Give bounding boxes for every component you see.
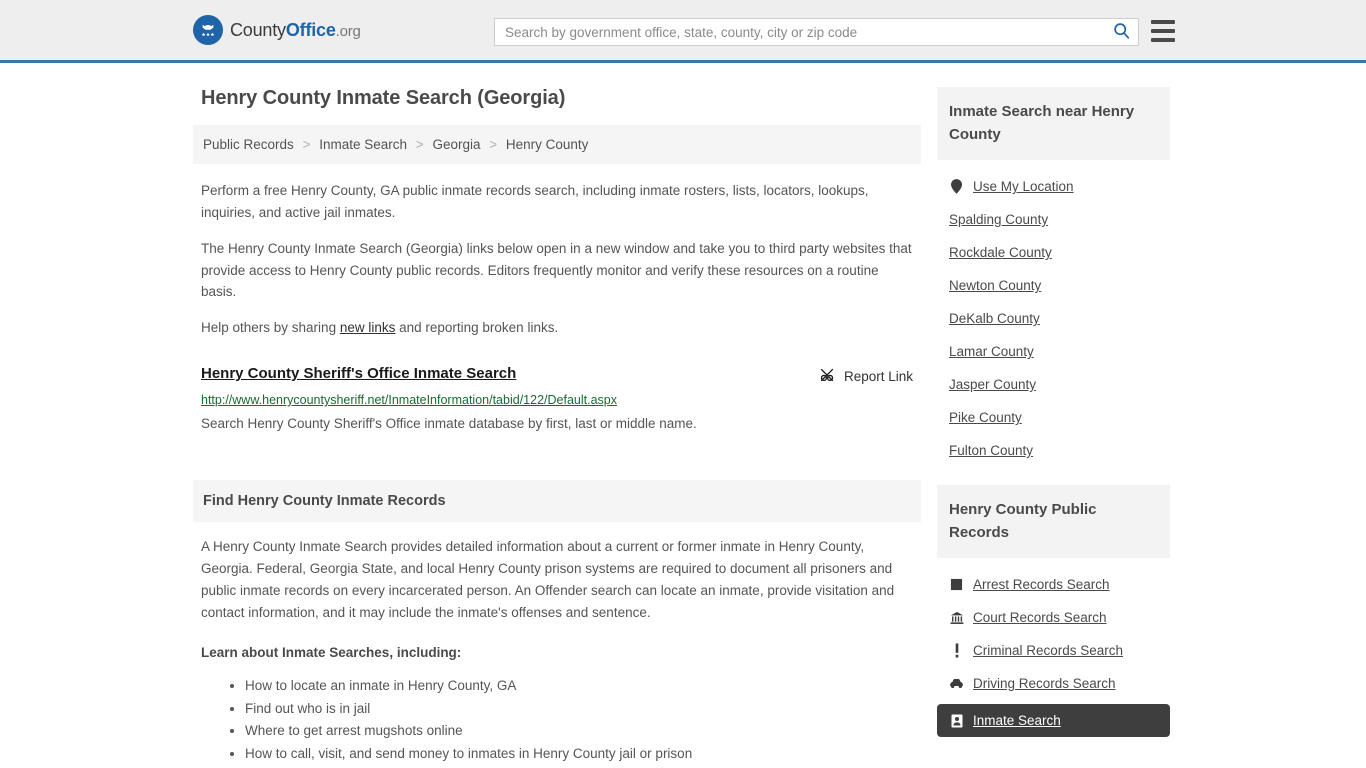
search-button[interactable] xyxy=(1104,19,1138,45)
sidebar-card-public-records: Henry County Public Records Arrest Recor… xyxy=(937,485,1170,737)
sidebar-item-inmate-search[interactable]: Inmate Search xyxy=(937,704,1170,737)
list-item: Find out who is in jail xyxy=(245,699,913,720)
disclaimer-paragraph: The Henry County Inmate Search (Georgia)… xyxy=(201,240,912,300)
section-body: A Henry County Inmate Search provides de… xyxy=(193,522,921,768)
breadcrumb: Public Records > Inmate Search > Georgia… xyxy=(193,125,921,164)
courthouse-icon xyxy=(949,611,964,625)
new-links-link[interactable]: new links xyxy=(340,320,396,335)
hamburger-bar xyxy=(1151,38,1175,42)
id-card-icon xyxy=(949,714,964,728)
sidebar-item-label: Fulton County xyxy=(949,443,1034,458)
page-body: Henry County Inmate Search (Georgia) Pub… xyxy=(0,63,1366,768)
sidebar-item-label: Rockdale County xyxy=(949,245,1052,260)
hamburger-menu-icon[interactable] xyxy=(1151,20,1175,42)
sidebar-item-criminal-records-search[interactable]: Criminal Records Search xyxy=(937,634,1170,667)
intro-paragraph: Perform a free Henry County, GA public i… xyxy=(201,183,869,220)
list-heading: Learn about Inmate Searches, including: xyxy=(201,645,462,661)
sidebar-item-label: Arrest Records Search xyxy=(973,577,1110,592)
eagle-seal-icon xyxy=(193,15,223,45)
list-item: Where to get arrest mugshots online xyxy=(245,721,913,742)
exclamation-icon xyxy=(949,643,964,658)
sidebar-card-nearby: Inmate Search near Henry County Use My L… xyxy=(937,87,1170,467)
report-link-label: Report Link xyxy=(843,369,913,385)
logo-text-office: Office xyxy=(285,19,336,40)
sidebar-item-label: Newton County xyxy=(949,278,1042,293)
sidebar-item-label: Jasper County xyxy=(949,377,1037,392)
breadcrumb-separator-icon: > xyxy=(302,137,311,152)
sidebar-item-arrest-records-search[interactable]: Arrest Records Search xyxy=(937,568,1170,601)
sidebar-item-driving-records-search[interactable]: Driving Records Search xyxy=(937,667,1170,700)
hamburger-bar xyxy=(1151,29,1175,33)
sidebar-item-pike-county[interactable]: Pike County xyxy=(937,401,1170,434)
sidebar-item-label: Criminal Records Search xyxy=(973,643,1124,658)
search-icon xyxy=(1113,22,1130,42)
breadcrumb-item-public-records[interactable]: Public Records xyxy=(203,137,294,152)
site-header: CountyOffice.org xyxy=(0,0,1366,63)
sidebar-item-label: Driving Records Search xyxy=(973,676,1116,691)
logo-wordmark: CountyOffice.org xyxy=(230,20,361,41)
result-title-link[interactable]: Henry County Sheriff's Office Inmate Sea… xyxy=(201,365,516,382)
sidebar-item-label: Lamar County xyxy=(949,344,1034,359)
breadcrumb-item-georgia[interactable]: Georgia xyxy=(432,137,480,152)
sidebar-item-label: Use My Location xyxy=(973,179,1074,194)
search-input[interactable] xyxy=(495,19,1104,45)
sidebar-item-label: Pike County xyxy=(949,410,1022,425)
sidebar-nearby-list: Use My Location Spalding County Rockdale… xyxy=(937,160,1170,467)
site-logo[interactable]: CountyOffice.org xyxy=(193,15,361,45)
sidebar-item-label: Inmate Search xyxy=(973,713,1061,728)
sidebar-item-dekalb-county[interactable]: DeKalb County xyxy=(937,302,1170,335)
sidebar-item-label: Spalding County xyxy=(949,212,1049,227)
result-item: Henry County Sheriff's Office Inmate Sea… xyxy=(193,353,921,434)
sidebar-item-label: DeKalb County xyxy=(949,311,1040,326)
sidebar-header-public-records: Henry County Public Records xyxy=(937,485,1170,558)
help-paragraph: Help others by sharing new links and rep… xyxy=(193,317,921,339)
fingerprint-icon xyxy=(949,578,964,591)
list-item: How to call, visit, and send money to in… xyxy=(245,744,913,765)
page-title: Henry County Inmate Search (Georgia) xyxy=(201,87,566,109)
breadcrumb-item-henry-county[interactable]: Henry County xyxy=(506,137,589,152)
breadcrumb-separator-icon: > xyxy=(415,137,424,152)
report-link-button[interactable]: Report Link xyxy=(819,365,913,386)
breadcrumb-item-inmate-search[interactable]: Inmate Search xyxy=(319,137,407,152)
section-paragraph: A Henry County Inmate Search provides de… xyxy=(201,538,895,620)
sidebar-item-label: Court Records Search xyxy=(973,610,1107,625)
map-pin-icon xyxy=(949,179,964,194)
sidebar-item-court-records-search[interactable]: Court Records Search xyxy=(937,601,1170,634)
logo-text-org: .org xyxy=(335,22,361,40)
search-bar[interactable] xyxy=(494,18,1139,46)
result-description: Search Henry County Sheriff's Office inm… xyxy=(201,416,697,432)
sidebar-item-rockdale-county[interactable]: Rockdale County xyxy=(937,236,1170,269)
logo-text-county: County xyxy=(230,19,286,40)
sidebar-item-use-my-location[interactable]: Use My Location xyxy=(937,170,1170,203)
help-suffix-text: and reporting broken links. xyxy=(395,320,559,336)
hamburger-bar xyxy=(1151,20,1175,24)
main-content: Henry County Inmate Search (Georgia) Pub… xyxy=(193,87,921,768)
sidebar-item-spalding-county[interactable]: Spalding County xyxy=(937,203,1170,236)
result-url[interactable]: http://www.henrycountysheriff.net/Inmate… xyxy=(201,392,913,408)
section-header-find-records: Find Henry County Inmate Records xyxy=(193,479,921,522)
sidebar-header-nearby: Inmate Search near Henry County xyxy=(937,87,1170,160)
sidebar: Inmate Search near Henry County Use My L… xyxy=(937,87,1170,743)
breadcrumb-separator-icon: > xyxy=(489,137,498,152)
help-prefix-text: Help others by sharing xyxy=(201,320,340,336)
topic-list: How to locate an inmate in Henry County,… xyxy=(201,676,913,768)
sidebar-item-fulton-county[interactable]: Fulton County xyxy=(937,434,1170,467)
list-item: How to locate an inmate in Henry County,… xyxy=(245,676,913,697)
sidebar-item-newton-county[interactable]: Newton County xyxy=(937,269,1170,302)
sidebar-public-records-list: Arrest Records Search Court Records Sear… xyxy=(937,558,1170,737)
broken-link-icon xyxy=(819,367,835,386)
sidebar-item-lamar-county[interactable]: Lamar County xyxy=(937,335,1170,368)
car-icon xyxy=(949,678,964,689)
sidebar-item-jasper-county[interactable]: Jasper County xyxy=(937,368,1170,401)
